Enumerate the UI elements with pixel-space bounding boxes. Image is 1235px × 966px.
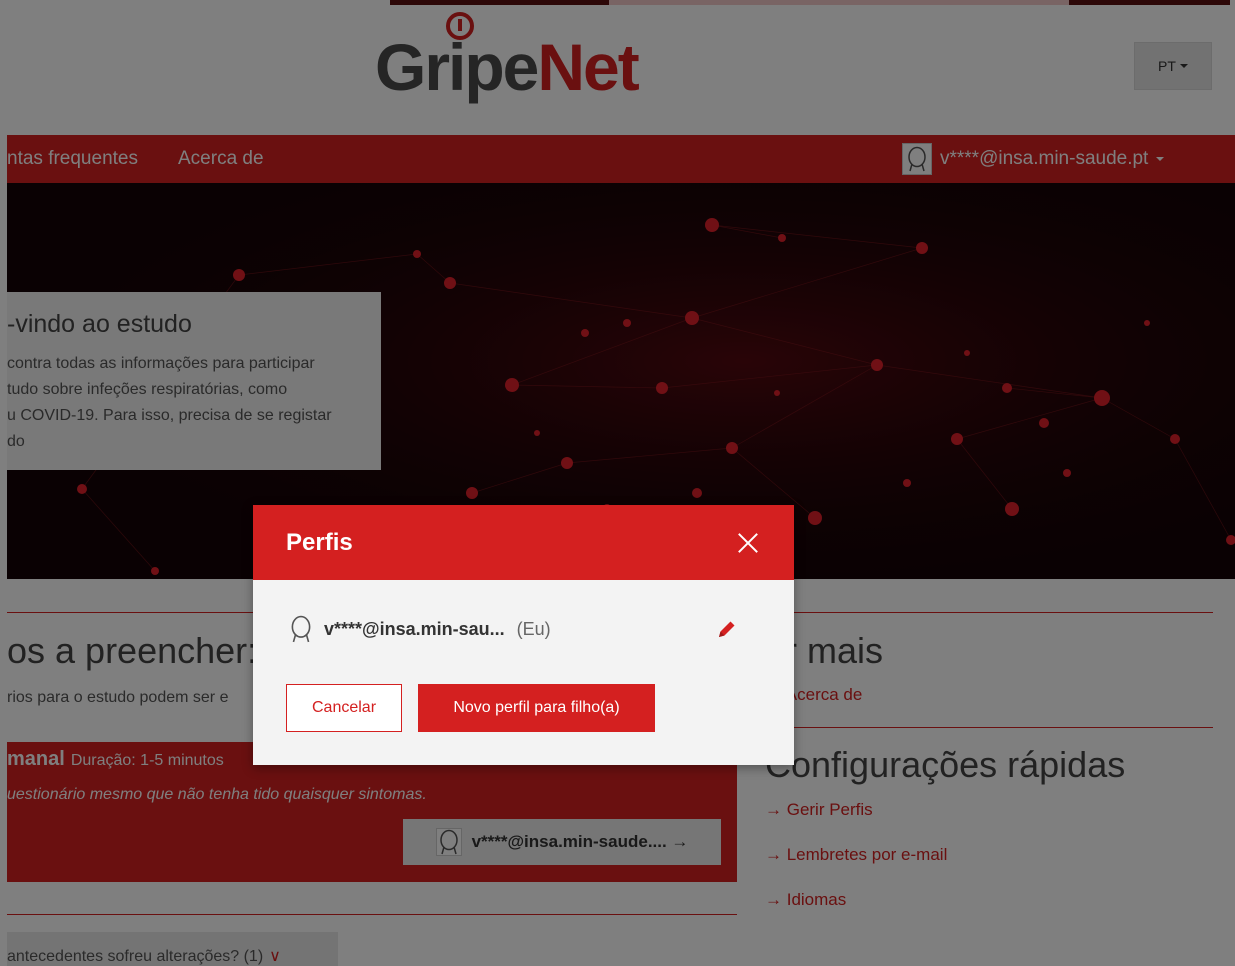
profile-self-tag: (Eu) — [516, 618, 551, 639]
profile-email: v****@insa.min-sau... — [324, 618, 505, 639]
new-child-profile-button[interactable]: Novo perfil para filho(a) — [418, 684, 655, 732]
pencil-icon[interactable] — [716, 618, 738, 640]
modal-title: Perfis — [286, 529, 353, 556]
avatar-icon — [286, 613, 316, 645]
profiles-modal: Perfis v****@insa.min-sau... (Eu) Cancel… — [253, 505, 794, 765]
modal-header: Perfis — [253, 505, 794, 580]
modal-backdrop[interactable] — [0, 0, 1235, 966]
modal-body: v****@insa.min-sau... (Eu) Cancelar Novo… — [253, 580, 794, 765]
profile-item: v****@insa.min-sau... (Eu) — [286, 612, 746, 646]
cancel-button[interactable]: Cancelar — [286, 684, 402, 732]
close-icon[interactable] — [737, 532, 759, 554]
